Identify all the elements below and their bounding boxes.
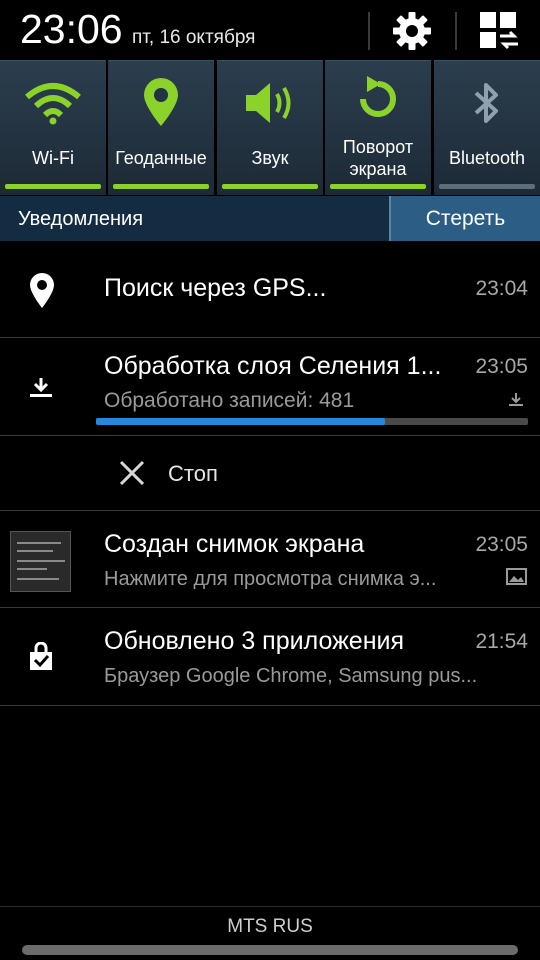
toggle-label: Геоданные bbox=[115, 148, 207, 168]
toggle-indicator bbox=[439, 184, 535, 189]
toggle-label: Wi-Fi bbox=[32, 148, 74, 168]
notification-title: Поиск через GPS... bbox=[104, 274, 327, 302]
toggle-indicator bbox=[222, 184, 318, 189]
toggle-rotation[interactable]: Поворот экрана bbox=[325, 60, 431, 195]
notification-title: Создан снимок экрана bbox=[104, 530, 365, 558]
location-pin-icon bbox=[30, 273, 54, 308]
notification-screenshot[interactable]: Создан снимок экрана 23:05 Нажмите для п… bbox=[0, 511, 540, 608]
notifications-title: Уведомления bbox=[18, 208, 144, 230]
notification-text: Обработано записей: 481 bbox=[104, 389, 355, 412]
date: пт, 16 октября bbox=[132, 27, 256, 48]
quick-settings-panel: Wi-Fi Геоданные Звук Поворот экрана Blue… bbox=[0, 60, 540, 195]
notification-time: 23:05 bbox=[475, 355, 528, 378]
clock: 23:06 bbox=[20, 6, 123, 52]
download-small-icon bbox=[509, 393, 523, 406]
toggle-indicator bbox=[5, 184, 101, 189]
rotate-icon bbox=[360, 76, 396, 117]
clear-button[interactable]: Стереть bbox=[389, 196, 540, 241]
progress-bar bbox=[96, 418, 528, 425]
toggle-label: Звук bbox=[251, 148, 289, 168]
download-icon bbox=[30, 378, 52, 397]
panel-drag-handle[interactable] bbox=[22, 945, 518, 955]
notification-app-updates[interactable]: Обновлено 3 приложения 21:54 Браузер Goo… bbox=[0, 608, 540, 706]
stop-button-label: Стоп bbox=[168, 461, 218, 486]
notification-gps[interactable]: Поиск через GPS... 23:04 bbox=[0, 241, 540, 338]
toggle-label: Bluetooth bbox=[448, 148, 526, 168]
app-update-icon bbox=[30, 642, 52, 670]
toggle-location[interactable]: Геоданные bbox=[108, 60, 214, 195]
toggle-label: Поворот экрана bbox=[342, 137, 414, 179]
notification-text: Нажмите для просмотра снимка э... bbox=[104, 568, 437, 590]
notification-title: Обработка слоя Селения 1... bbox=[104, 352, 442, 380]
notification-action-stop[interactable]: Стоп bbox=[0, 436, 540, 511]
toggle-bluetooth[interactable]: Bluetooth bbox=[434, 60, 540, 195]
toggle-indicator bbox=[113, 184, 209, 189]
carrier-bar: MTS RUS bbox=[0, 906, 540, 946]
notification-text: Браузер Google Chrome, Samsung pus... bbox=[104, 665, 478, 687]
divider bbox=[368, 12, 370, 50]
toggle-indicator bbox=[330, 184, 426, 189]
location-icon bbox=[144, 78, 178, 126]
progress-fill bbox=[96, 418, 386, 425]
quick-panel-grid-icon[interactable] bbox=[478, 10, 520, 52]
close-icon bbox=[119, 460, 145, 486]
bluetooth-icon bbox=[474, 83, 498, 123]
divider bbox=[455, 12, 457, 50]
notification-time: 21:54 bbox=[475, 630, 528, 653]
notification-time: 23:04 bbox=[475, 277, 528, 300]
image-icon bbox=[506, 568, 527, 585]
notifications-header: Уведомления Стереть bbox=[0, 196, 540, 241]
toggle-sound[interactable]: Звук bbox=[217, 60, 323, 195]
notification-title: Обновлено 3 приложения bbox=[104, 627, 405, 655]
toggle-wifi[interactable]: Wi-Fi bbox=[0, 60, 106, 195]
notification-time: 23:05 bbox=[475, 533, 528, 556]
wifi-icon bbox=[25, 83, 81, 125]
carrier-label: MTS RUS bbox=[227, 916, 313, 937]
sound-icon bbox=[246, 83, 291, 123]
status-bar: 23:06 пт, 16 октября bbox=[0, 0, 540, 60]
gear-icon[interactable] bbox=[391, 10, 433, 52]
screenshot-thumbnail bbox=[10, 531, 71, 592]
notification-processing[interactable]: Обработка слоя Селения 1... 23:05 Обрабо… bbox=[0, 338, 540, 436]
